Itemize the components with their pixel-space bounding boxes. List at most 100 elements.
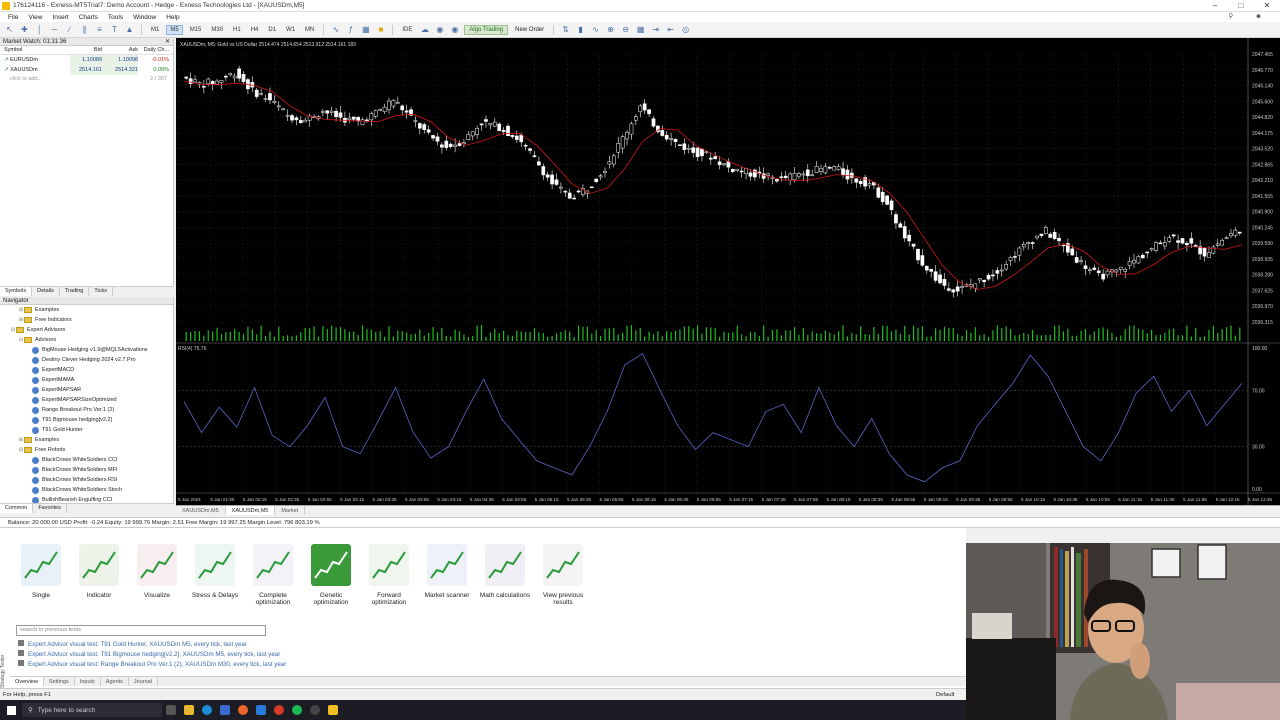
vertical-line-icon[interactable]: │ <box>34 24 45 35</box>
bar-chart-icon[interactable]: ⇅ <box>560 24 571 35</box>
tab-agents[interactable]: Agents <box>101 677 129 686</box>
text-icon[interactable]: T <box>109 24 120 35</box>
menu-help[interactable]: Help <box>166 14 179 21</box>
tab-overview[interactable]: Overview <box>10 677 44 686</box>
line-icon[interactable]: ∿ <box>590 24 601 35</box>
menu-file[interactable]: File <box>8 14 18 21</box>
zoom-out-icon[interactable]: ⊖ <box>620 24 631 35</box>
timeframe-d1[interactable]: D1 <box>265 26 279 34</box>
navigator-item[interactable]: BlackCrows WhiteSoldiers CCI <box>0 455 173 465</box>
fibonacci-icon[interactable]: ≡ <box>94 24 105 35</box>
navigator-item[interactable]: T91 Bigmouse hedging[v2.2] <box>0 415 173 425</box>
navigator-item[interactable]: ExpertMAMA <box>0 375 173 385</box>
mode-view-previous-results[interactable]: View previous results <box>534 544 592 606</box>
globe-icon[interactable]: ◉ <box>434 24 445 35</box>
task-view-icon[interactable] <box>162 700 180 720</box>
autoscroll-icon[interactable]: ⇥ <box>650 24 661 35</box>
close-icon[interactable]: ✕ <box>165 38 173 45</box>
indicators-icon[interactable]: ƒ <box>345 24 356 35</box>
zoom-in-icon[interactable]: ⊕ <box>605 24 616 35</box>
signals-icon[interactable]: ◉ <box>449 24 460 35</box>
timeframe-w1[interactable]: W1 <box>283 26 298 34</box>
navigator-item[interactable]: ⊞ Examples <box>0 435 173 445</box>
navigator-item[interactable]: BullishBearish Engulfing CCI <box>0 495 173 503</box>
tab-settings[interactable]: Settings <box>44 677 75 686</box>
cloud-icon[interactable]: ☁ <box>419 24 430 35</box>
trendline-icon[interactable]: ∕ <box>64 24 75 35</box>
navigator-item[interactable]: ExpertMAPSAR <box>0 385 173 395</box>
menu-view[interactable]: View <box>28 14 42 21</box>
add-symbol-row[interactable]: click to add... 2 / 397 <box>0 75 173 84</box>
menu-charts[interactable]: Charts <box>79 14 98 21</box>
mode-market-scanner[interactable]: Market scanner <box>418 544 476 606</box>
horizontal-line-icon[interactable]: ─ <box>49 24 60 35</box>
cursor-icon[interactable]: ↖ <box>4 24 15 35</box>
price-chart[interactable]: 2047.455 2046.770 2046.140 2045.600 2044.820… <box>176 38 1280 505</box>
timeframe-m5[interactable]: M5 <box>166 24 183 35</box>
column-symbol[interactable]: Symbol <box>0 46 70 54</box>
grid-icon[interactable]: ▦ <box>635 24 646 35</box>
navigator-item[interactable]: ⊞ Examples <box>0 305 173 315</box>
channel-icon[interactable]: ∥ <box>79 24 90 35</box>
navigator-item[interactable]: Range Breakout Pro Ver.1 (2) <box>0 405 173 415</box>
column-daily-change[interactable]: Daily Ch... <box>138 46 172 54</box>
navigator-item[interactable]: ExpertMACD <box>0 365 173 375</box>
timeframe-m30[interactable]: M30 <box>208 26 226 34</box>
chart-tab[interactable]: XAUUSDm,M5 <box>176 506 226 515</box>
navigator-item[interactable]: BlackCrows WhiteSoldiers MFI <box>0 465 173 475</box>
tab-journal[interactable]: Journal <box>129 677 158 686</box>
table-row[interactable]: ↗ XAUUSDm 2514.161 2514.321 0.09% <box>0 65 173 75</box>
mode-single[interactable]: Single <box>12 544 70 606</box>
mode-math-calculations[interactable]: Math calculations <box>476 544 534 606</box>
spotify-icon[interactable] <box>288 700 306 720</box>
navigator-item[interactable]: Destiny Clever Hedging 2024 v2.7.Pro <box>0 355 173 365</box>
mode-indicator[interactable]: Indicator <box>70 544 128 606</box>
maximize-icon[interactable]: □ <box>1228 0 1254 12</box>
navigator-item[interactable]: T91 Gold Hunter <box>0 425 173 435</box>
obs-icon[interactable] <box>306 700 324 720</box>
navigator-item[interactable]: BlackCrows WhiteSoldiers Stoch <box>0 485 173 495</box>
algo-trading-button[interactable]: Algo Trading <box>464 24 509 35</box>
navigator-item[interactable]: BlackCrows WhiteSoldiers RSI <box>0 475 173 485</box>
navigator-item[interactable]: ExpertMAPSARSizeOptimized <box>0 395 173 405</box>
ide-button[interactable]: IDE <box>399 26 415 34</box>
crosshair-icon[interactable]: ✚ <box>19 24 30 35</box>
tab-symbols[interactable]: Symbols <box>0 287 33 296</box>
list-item[interactable]: Expert Advisor visual test: T91 Gold Hun… <box>18 640 247 650</box>
chart-shift-icon[interactable]: ⇤ <box>665 24 676 35</box>
store-icon[interactable] <box>216 700 234 720</box>
mode-forward-optimization[interactable]: Forward optimization <box>360 544 418 606</box>
shapes-icon[interactable]: ▲ <box>124 24 135 35</box>
taskbar-search-input[interactable]: ⚲ Type here to search <box>22 703 162 717</box>
navigator-item[interactable]: ⊞ Free Indicators <box>0 315 173 325</box>
firefox-icon[interactable] <box>234 700 252 720</box>
chrome-icon[interactable] <box>270 700 288 720</box>
timeframe-mn[interactable]: MN <box>302 26 317 34</box>
mode-visualize[interactable]: Visualize <box>128 544 186 606</box>
menu-tools[interactable]: Tools <box>108 14 123 21</box>
navigator-item[interactable]: ⊟ Free Robots <box>0 445 173 455</box>
candles-icon[interactable]: ▮ <box>575 24 586 35</box>
navigator-item[interactable]: ⊟ Expert Advisors <box>0 325 173 335</box>
chart-tab-active[interactable]: XAUUSDm,M5 <box>225 506 276 515</box>
tab-common[interactable]: Common <box>0 504 34 513</box>
timeframe-m1[interactable]: M1 <box>148 26 162 34</box>
edge-icon[interactable] <box>198 700 216 720</box>
column-bid[interactable]: Bid <box>70 46 102 54</box>
tab-details[interactable]: Details <box>32 287 60 296</box>
tab-trading[interactable]: Trading <box>60 287 90 296</box>
search-icon[interactable]: ⚲ <box>1228 12 1233 22</box>
menu-window[interactable]: Window <box>133 14 156 21</box>
minimize-icon[interactable]: – <box>1202 0 1228 12</box>
chart-tab-market[interactable]: Market <box>275 506 306 515</box>
start-button[interactable] <box>0 700 22 720</box>
screenshot-icon[interactable]: ◎ <box>680 24 691 35</box>
menu-insert[interactable]: Insert <box>52 14 68 21</box>
timeframe-m15[interactable]: M15 <box>187 26 205 34</box>
mode-stress-delays[interactable]: Stress & Delays <box>186 544 244 606</box>
tab-favorites[interactable]: Favorites <box>33 504 67 513</box>
lock-icon[interactable]: ■ <box>375 24 386 35</box>
table-row[interactable]: ↗ EURUSDm 1.10089 1.10098 -0.01% <box>0 55 173 65</box>
new-order-button[interactable]: New Order <box>512 26 547 34</box>
metatrader-icon[interactable] <box>324 700 342 720</box>
